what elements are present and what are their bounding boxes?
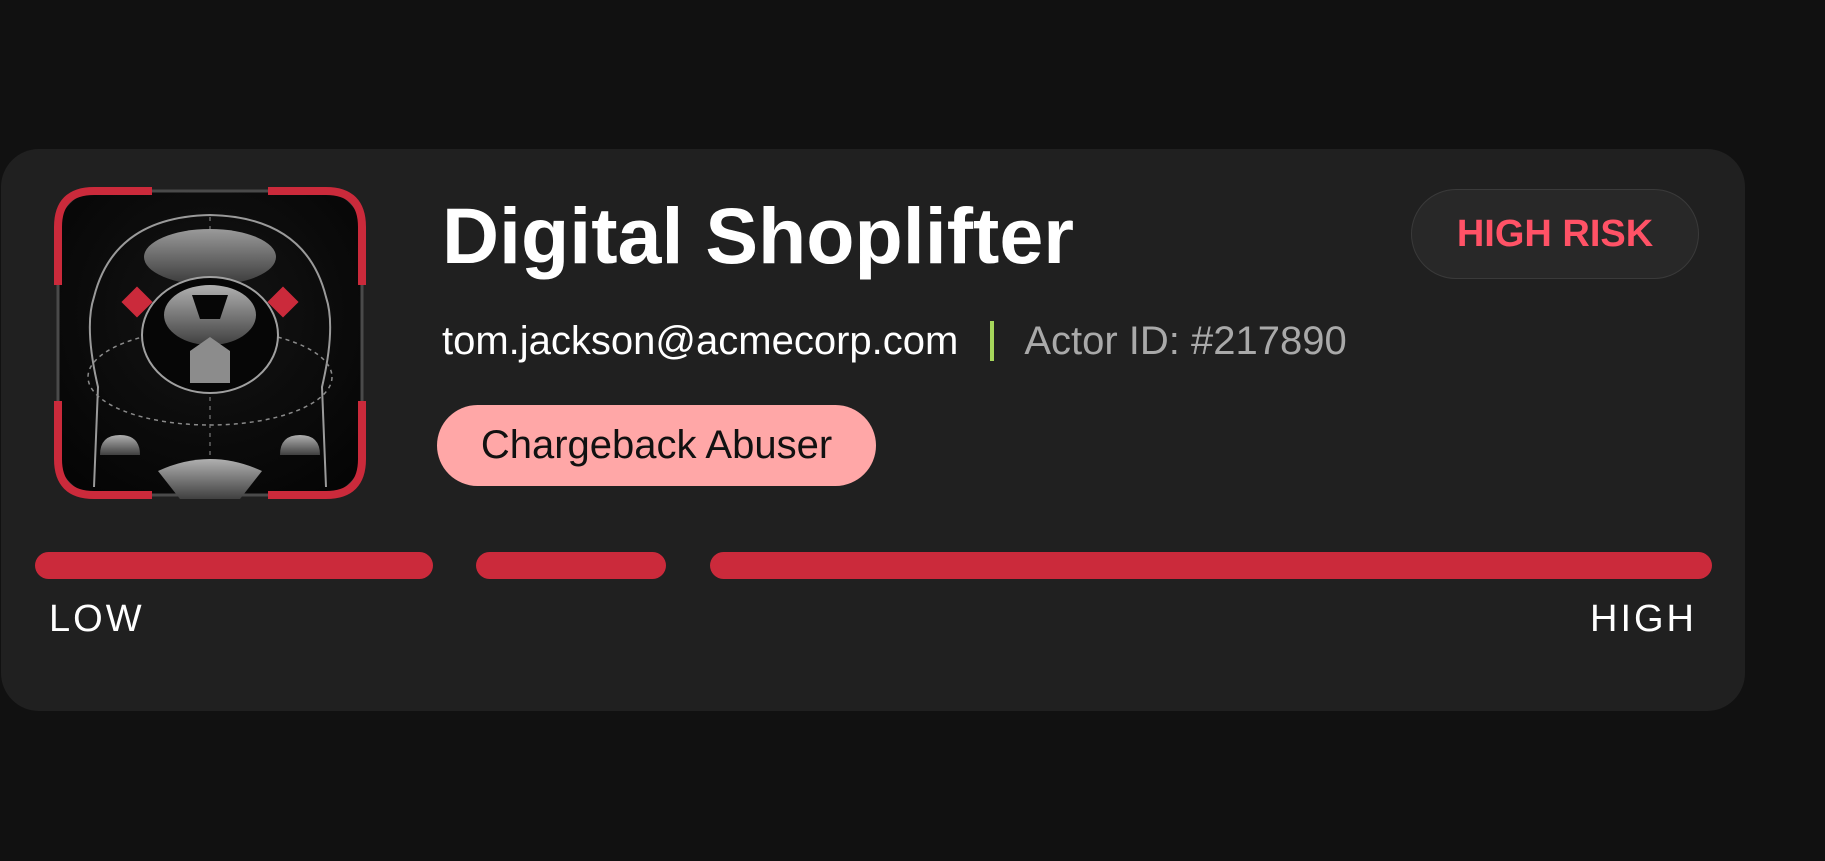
risk-meter-segment-high xyxy=(710,552,1712,579)
avatar xyxy=(54,187,366,499)
risk-scale-low-label: LOW xyxy=(49,598,145,640)
meta-divider xyxy=(990,321,995,361)
profile-title: Digital Shoplifter xyxy=(442,191,1074,280)
risk-meter-segment-low xyxy=(35,552,433,579)
profile-meta: tom.jackson@acmecorp.com Actor ID: #2178… xyxy=(442,316,1347,366)
risk-level-badge: HIGH RISK xyxy=(1411,189,1699,279)
risk-scale-high-label: HIGH xyxy=(1590,598,1697,640)
classification-tag: Chargeback Abuser xyxy=(437,405,876,486)
risk-meter-segment-medium xyxy=(476,552,666,579)
email-text: tom.jackson@acmecorp.com xyxy=(442,318,959,363)
actor-id-text: Actor ID: #217890 xyxy=(1024,318,1347,363)
robot-mascot-icon xyxy=(54,187,366,499)
